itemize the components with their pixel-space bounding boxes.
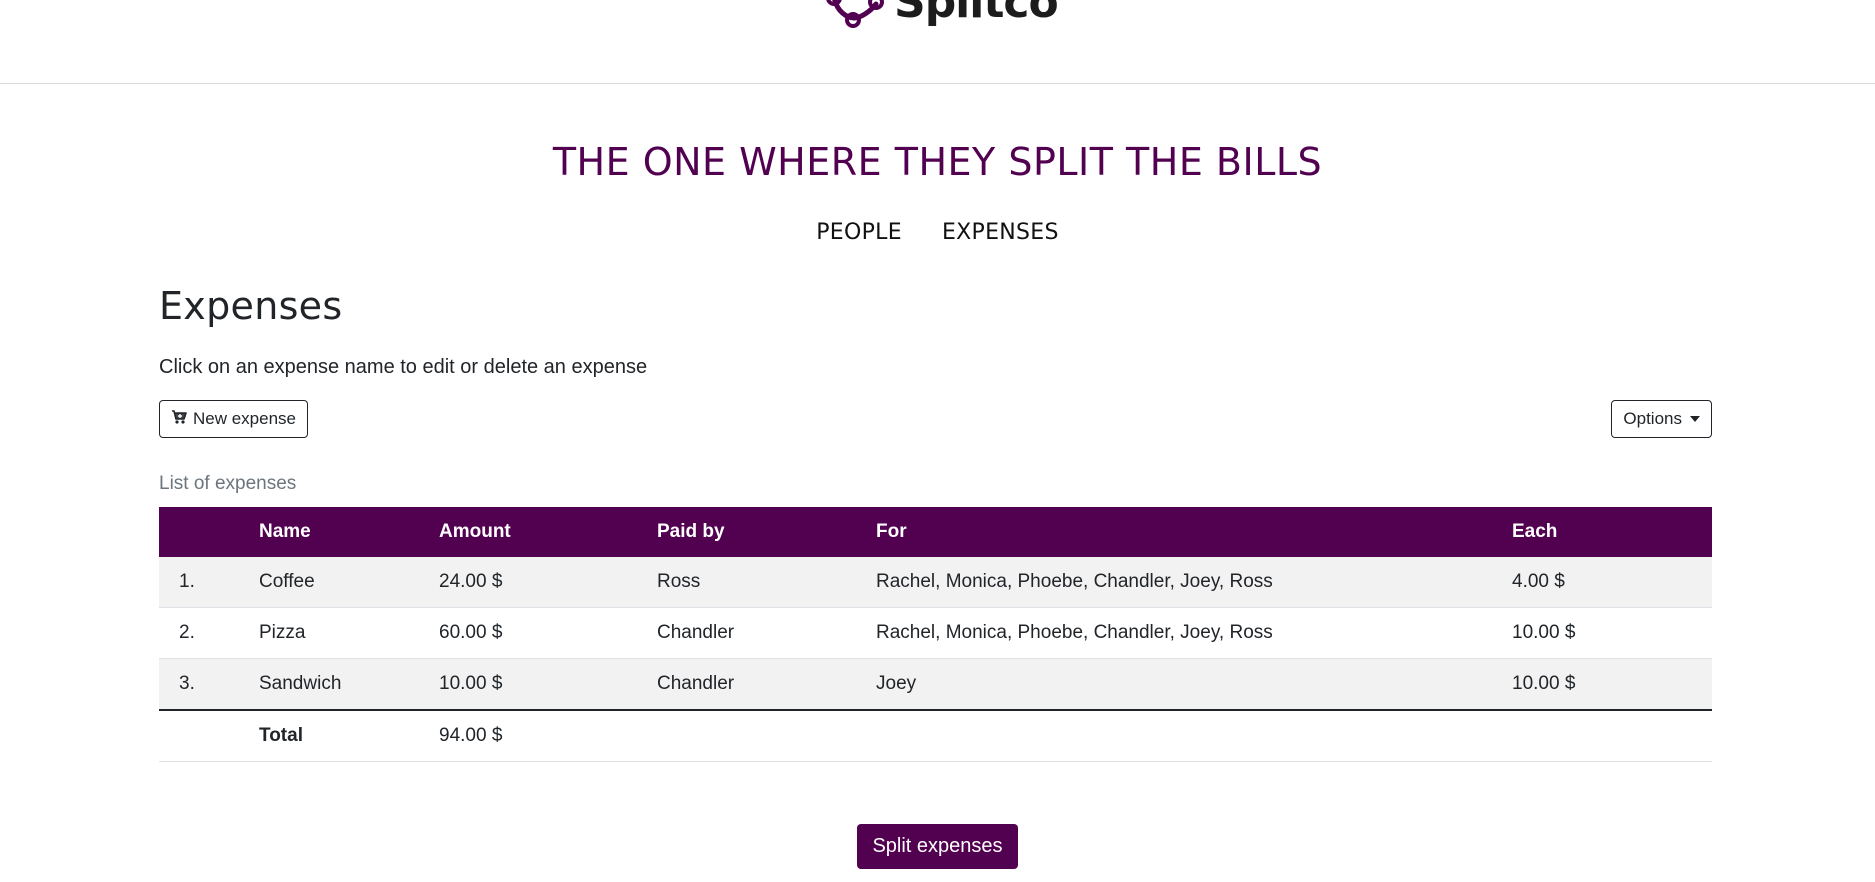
page-title: Expenses [159, 284, 343, 328]
row-number: 2. [159, 607, 239, 659]
new-expense-label: New expense [193, 409, 297, 428]
main-nav: PEOPLE EXPENSES [0, 220, 1875, 245]
expense-paid-by: Chandler [637, 658, 856, 711]
brand-logo[interactable]: Splitco [826, 0, 1059, 28]
cart-plus-icon [171, 409, 187, 430]
expense-for: Rachel, Monica, Phoebe, Chandler, Joey, … [856, 607, 1492, 659]
expense-paid-by: Ross [637, 557, 856, 608]
nav-item-expenses[interactable]: EXPENSES [942, 220, 1059, 245]
column-header-number [159, 507, 239, 557]
expense-name-link[interactable]: Pizza [239, 607, 419, 659]
page-hint: Click on an expense name to edit or dele… [159, 356, 648, 378]
expense-each: 10.00 $ [1492, 658, 1712, 711]
options-dropdown-button[interactable]: Options [1611, 400, 1712, 438]
column-header-amount: Amount [419, 507, 637, 557]
table-row: 3. Sandwich 10.00 $ Chandler Joey 10.00 … [159, 658, 1712, 711]
expense-paid-by: Chandler [637, 607, 856, 659]
expense-each: 4.00 $ [1492, 557, 1712, 608]
column-header-paid-by: Paid by [637, 507, 856, 557]
top-bar: Splitco [0, 0, 1875, 84]
total-label: Total [239, 710, 419, 762]
column-header-for: For [856, 507, 1492, 557]
expense-name-link[interactable]: Sandwich [239, 658, 419, 711]
brand-name: Splitco [894, 0, 1059, 28]
table-header-row: Name Amount Paid by For Each [159, 507, 1712, 557]
splitco-logo-icon [826, 0, 888, 28]
split-actions: Split expenses [0, 824, 1875, 869]
table-row: 1. Coffee 24.00 $ Ross Rachel, Monica, P… [159, 557, 1712, 608]
table-row: 2. Pizza 60.00 $ Chandler Rachel, Monica… [159, 607, 1712, 659]
table-caption: List of expenses [159, 473, 297, 494]
expenses-table: Name Amount Paid by For Each 1. Coffee 2… [159, 507, 1712, 762]
new-expense-button[interactable]: New expense [159, 400, 309, 438]
total-amount: 94.00 $ [419, 710, 637, 762]
nav-item-people[interactable]: PEOPLE [816, 220, 902, 245]
total-row: Total 94.00 $ [159, 710, 1712, 762]
row-number: 3. [159, 658, 239, 711]
toolbar: New expense Options [159, 399, 1712, 439]
main-content: Expenses Click on an expense name to edi… [159, 280, 1712, 762]
expense-amount: 24.00 $ [419, 557, 637, 608]
options-label: Options [1623, 409, 1682, 428]
app-title: THE ONE WHERE THEY SPLIT THE BILLS [552, 140, 1323, 184]
caret-down-icon [1690, 416, 1700, 422]
expense-for: Rachel, Monica, Phoebe, Chandler, Joey, … [856, 557, 1492, 608]
column-header-each: Each [1492, 507, 1712, 557]
expense-each: 10.00 $ [1492, 607, 1712, 659]
expense-name-link[interactable]: Coffee [239, 557, 419, 608]
expense-amount: 10.00 $ [419, 658, 637, 711]
expense-amount: 60.00 $ [419, 607, 637, 659]
expense-for: Joey [856, 658, 1492, 711]
split-expenses-button[interactable]: Split expenses [857, 824, 1018, 869]
column-header-name: Name [239, 507, 419, 557]
row-number: 1. [159, 557, 239, 608]
